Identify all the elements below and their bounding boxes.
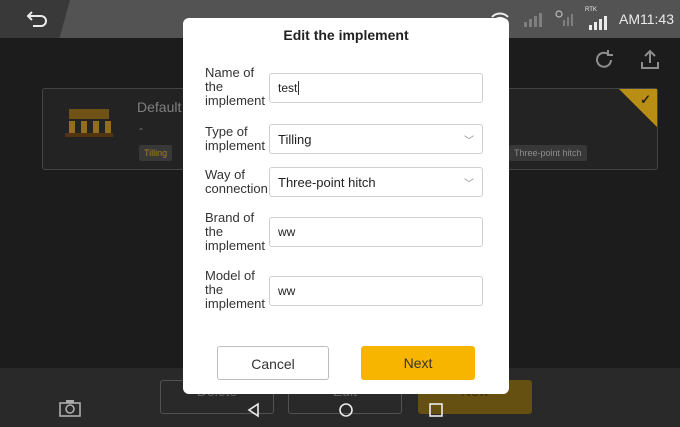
edit-implement-dialog: Edit the implement Name of the implement…: [183, 18, 509, 394]
brand-input[interactable]: ww: [269, 217, 483, 247]
model-input[interactable]: ww: [269, 276, 483, 306]
type-select[interactable]: Tilling ﹀: [269, 124, 483, 154]
connection-select-value: Three-point hitch: [278, 174, 376, 190]
text-caret: [298, 81, 300, 95]
field-label: Way of connection: [205, 167, 268, 196]
chevron-down-icon: ﹀: [464, 135, 474, 147]
field-label: Brand of the implement: [205, 210, 265, 253]
brand-input-value: ww: [278, 225, 296, 239]
name-input[interactable]: test: [269, 73, 483, 103]
name-input-value: test: [278, 81, 298, 95]
model-input-value: ww: [278, 284, 296, 298]
next-button[interactable]: Next: [361, 346, 475, 380]
dialog-title: Edit the implement: [283, 27, 409, 43]
field-label: Type of implement: [205, 124, 265, 153]
cancel-button[interactable]: Cancel: [217, 346, 329, 380]
connection-select[interactable]: Three-point hitch ﹀: [269, 167, 483, 197]
field-label: Model of the implement: [205, 268, 265, 311]
field-label: Name of the implement: [205, 65, 265, 108]
type-select-value: Tilling: [278, 131, 312, 147]
chevron-down-icon: ﹀: [464, 178, 474, 190]
